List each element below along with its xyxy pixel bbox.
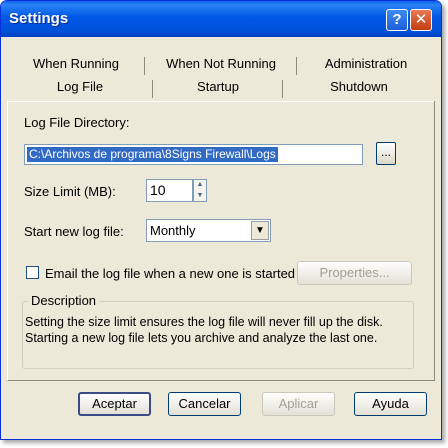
description-title: Description	[28, 293, 100, 308]
tab-when-not-running[interactable]: When Not Running	[145, 53, 297, 77]
start-new-log-label: Start new log file:	[24, 224, 124, 239]
directory-value: C:\Archivos de programa\8Signs Firewall\…	[27, 147, 278, 162]
size-limit-input[interactable]: 10	[146, 179, 193, 202]
tab-startup[interactable]: Startup	[153, 76, 283, 100]
email-checkbox[interactable]	[26, 266, 39, 279]
tab-strip: When Running When Not Running Administra…	[7, 47, 435, 103]
close-icon[interactable]: ✕	[410, 9, 432, 31]
description-text: Setting the size limit ensures the log f…	[25, 315, 383, 345]
start-new-log-value: Monthly	[150, 223, 196, 238]
tab-log-file[interactable]: Log File	[7, 76, 153, 100]
directory-input[interactable]: C:\Archivos de programa\8Signs Firewall\…	[24, 144, 363, 165]
help-button[interactable]: Ayuda	[354, 392, 427, 416]
email-label[interactable]: Email the log file when a new one is sta…	[45, 266, 295, 281]
tab-administration[interactable]: Administration	[297, 53, 435, 77]
settings-window: Settings ? ✕ When Running When Not Runni…	[0, 0, 442, 440]
browse-button[interactable]: ...	[376, 142, 396, 165]
help-icon[interactable]: ?	[386, 9, 408, 31]
apply-button[interactable]: Aplicar	[262, 392, 335, 416]
tab-when-running[interactable]: When Running	[7, 53, 145, 77]
title-bar[interactable]: Settings ? ✕	[1, 1, 441, 37]
start-new-log-select[interactable]: Monthly ▼	[146, 219, 271, 242]
cancel-button[interactable]: Cancelar	[168, 392, 241, 416]
properties-button[interactable]: Properties...	[297, 261, 412, 285]
spin-down-icon[interactable]: ▼	[194, 191, 206, 202]
tab-shutdown[interactable]: Shutdown	[283, 76, 435, 100]
chevron-down-icon[interactable]: ▼	[251, 221, 269, 240]
ok-button[interactable]: Aceptar	[78, 392, 151, 416]
size-limit-spinner[interactable]: ▲ ▼	[193, 179, 207, 202]
spin-up-icon[interactable]: ▲	[194, 180, 206, 191]
window-title: Settings	[9, 10, 69, 27]
size-limit-label: Size Limit (MB):	[24, 184, 116, 199]
directory-label: Log File Directory:	[24, 115, 130, 130]
